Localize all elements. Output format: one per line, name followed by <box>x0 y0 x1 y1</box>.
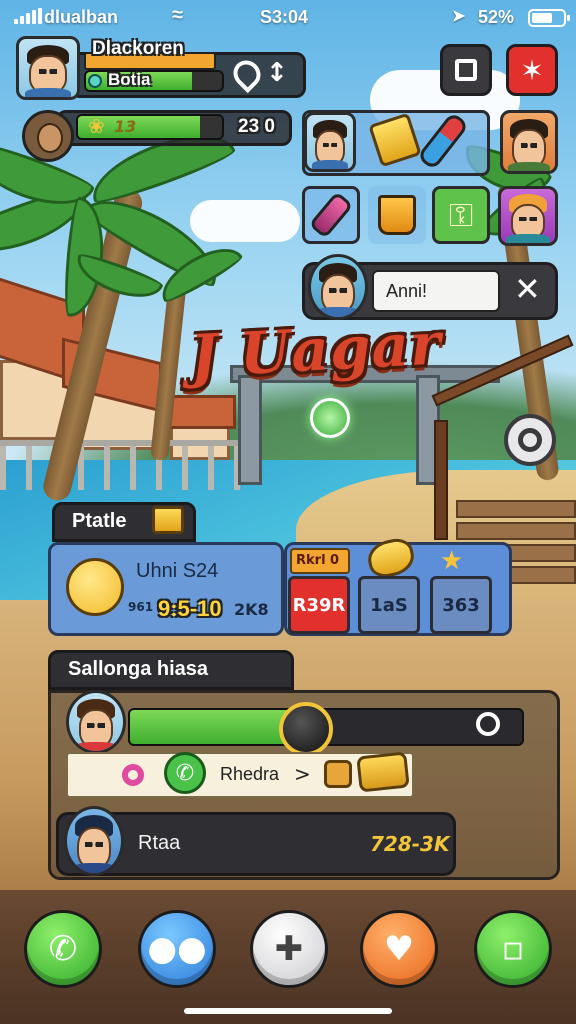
stat-cell[interactable]: 363 <box>430 576 492 634</box>
player-hp-bar <box>84 70 224 92</box>
opponent-progress-label: 13 <box>114 117 137 136</box>
stats-value-unit: 2K8 <box>234 600 269 619</box>
battery-icon <box>528 9 570 27</box>
bucket-icon <box>378 195 416 235</box>
steering-icon <box>518 428 542 452</box>
stat-cell-value: 1aS <box>370 594 408 616</box>
messages-button[interactable]: ▫ <box>474 910 552 988</box>
heart-bubble-icon: ♥ <box>383 929 415 969</box>
home-indicator[interactable] <box>184 1008 392 1014</box>
chat-message: Anni! <box>386 281 428 301</box>
stats-value-main: 9:5-10 <box>158 596 222 621</box>
close-icon[interactable]: ✕ <box>514 270 541 308</box>
contact-arrow[interactable]: > <box>294 762 311 786</box>
player-avatar[interactable] <box>16 36 80 100</box>
phone-bubble-icon[interactable]: ✆ <box>164 752 206 794</box>
emoji-icon <box>66 558 124 616</box>
clock: S3:04 <box>260 7 309 27</box>
chat-icon: ▫ <box>501 929 525 969</box>
settings-button[interactable]: ✶ <box>506 44 558 96</box>
maple-leaf-icon: ❀ <box>88 114 105 138</box>
signal-icon <box>14 8 42 24</box>
fence <box>0 440 260 490</box>
house-roof <box>164 395 236 429</box>
adjust-icon[interactable]: ↕ <box>266 58 288 88</box>
game-title: J Uagar <box>188 309 444 391</box>
inventory-slot[interactable] <box>302 186 360 244</box>
key-lock-icon: ⚿ <box>448 195 474 234</box>
bottom-header: Sallonga hiasa <box>68 658 209 680</box>
player-row-avatar <box>64 806 124 876</box>
menu-button[interactable] <box>440 44 492 96</box>
player-name: Dlackoren <box>92 38 184 59</box>
gem-icon <box>88 74 102 88</box>
friends-icon: ●● <box>147 929 207 969</box>
phone-icon: ✆ <box>48 929 78 969</box>
plus-icon: ✚ <box>274 929 304 969</box>
player-row-value: 728-3K <box>370 832 450 856</box>
wifi-icon: ≈ <box>172 4 183 26</box>
rank-badge-text: Rkrl 0 <box>296 553 340 568</box>
player-rank: Botia <box>108 70 151 89</box>
location-icon: ➤ <box>452 8 466 25</box>
cookie-icon <box>324 760 352 788</box>
trophy-icon <box>356 751 410 793</box>
frame-icon <box>455 59 477 81</box>
phone-button[interactable]: ✆ <box>24 910 102 988</box>
crane-post <box>434 420 448 540</box>
row-avatar[interactable] <box>66 690 126 754</box>
add-button[interactable]: ✚ <box>250 910 328 988</box>
contact-name: Rhedra <box>220 764 280 784</box>
carrier-name: dlualban <box>44 7 119 27</box>
inventory-slot[interactable]: ⚿ <box>432 186 490 244</box>
love-button[interactable]: ♥ <box>360 910 438 988</box>
player-row-name: Rtaa <box>138 832 181 854</box>
stat-cell-value: R39R <box>292 594 346 616</box>
stat-cell[interactable]: 1aS <box>358 576 420 634</box>
stats-header: Ptatle <box>72 510 127 532</box>
search-icon[interactable] <box>476 712 500 736</box>
target-orb[interactable] <box>310 398 350 438</box>
cloud <box>190 200 300 242</box>
friends-button[interactable]: ●● <box>138 910 216 988</box>
joystick-button[interactable] <box>504 414 556 466</box>
status-bar: dlualban ≈ S3:04 ➤ 52% <box>0 0 576 34</box>
friend-avatar[interactable] <box>498 186 558 246</box>
battery-percent: 52% <box>478 7 515 27</box>
opponent-avatar[interactable] <box>22 110 74 162</box>
splash-icon: ✶ <box>520 53 544 87</box>
stat-cell-red[interactable]: R39R <box>288 576 350 634</box>
chat-avatar[interactable] <box>308 254 368 320</box>
donut-icon <box>122 764 144 786</box>
inventory-slot[interactable] <box>368 186 426 244</box>
medal-icon: ★ <box>440 546 464 576</box>
bottle-icon <box>308 191 354 239</box>
slider-thumb[interactable] <box>279 702 334 756</box>
crate-icon <box>152 506 184 534</box>
opponent-score: 23 0 <box>238 116 275 137</box>
ally-avatar[interactable] <box>304 112 356 172</box>
stat-cell-value: 363 <box>442 594 480 616</box>
stats-value-small: 961 <box>128 600 154 614</box>
stats-label: Uhni S24 <box>136 560 219 582</box>
rival-avatar[interactable] <box>500 110 558 174</box>
